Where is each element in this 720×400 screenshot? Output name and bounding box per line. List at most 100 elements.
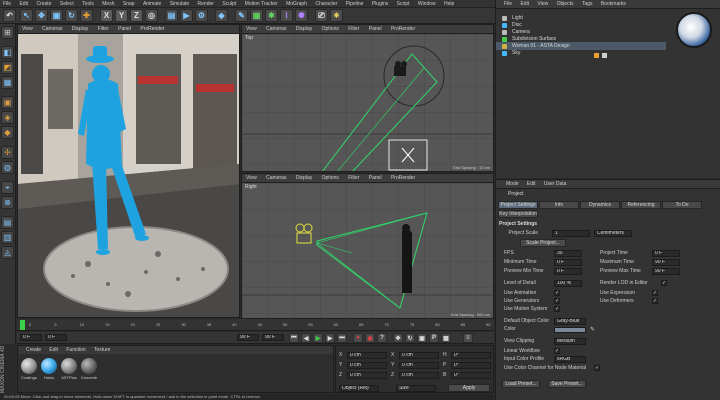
goto-start-icon[interactable]: ⏮ (289, 333, 299, 343)
pla-key-icon[interactable]: ▦ (441, 333, 451, 343)
coord-value-field[interactable]: 0 cm (399, 352, 439, 359)
bend-button[interactable]: ⌇ (280, 9, 293, 22)
tab-info[interactable]: Info (539, 201, 579, 209)
array-button[interactable]: ✱ (265, 9, 278, 22)
coord-value-field[interactable]: 0° (451, 372, 491, 379)
checkbox[interactable]: ✓ (554, 298, 560, 304)
autokey-icon[interactable]: ◉ (365, 333, 375, 343)
menu-simulate[interactable]: Simulate (170, 0, 189, 7)
coord-mode-select[interactable]: Object (Rel) (339, 385, 379, 392)
tab-project-settings[interactable]: Project Settings (498, 201, 538, 209)
menu-motion-tracker[interactable]: Motion Tracker (245, 0, 278, 7)
record-icon[interactable]: ● (353, 333, 363, 343)
attr-value-field[interactable]: 30 (554, 250, 582, 257)
edges-mode-button[interactable]: ◈ (1, 111, 14, 124)
make-editable-button[interactable]: ⊞ (1, 26, 14, 39)
coordinate-system-button[interactable]: ◎ (145, 9, 158, 22)
goto-end-icon[interactable]: ⏭ (337, 333, 347, 343)
perspective-viewport[interactable]: View Cameras Display Filter Panel ProRen… (17, 24, 240, 318)
lock-button[interactable]: ◬ (1, 246, 14, 259)
menu-file[interactable]: File (3, 0, 11, 7)
menu-tools[interactable]: Tools (82, 0, 94, 7)
end-frame-field[interactable]: 90 F (237, 334, 259, 341)
top-vp-menu-display[interactable]: Display (296, 25, 312, 33)
input-color-select[interactable]: sRGB (554, 356, 586, 363)
polygons-mode-button[interactable]: ◆ (1, 126, 14, 139)
axis-y-button[interactable]: Y (115, 9, 128, 22)
play-icon[interactable]: ▶ (313, 333, 323, 343)
checkbox[interactable]: ✓ (652, 290, 658, 296)
menu-window[interactable]: Window (418, 0, 436, 7)
am-menu-user-data[interactable]: User Data (544, 180, 567, 188)
right-vp-menu-panel[interactable]: Panel (369, 174, 382, 182)
timeline[interactable]: 0 5 10 15 20 25 30 35 40 45 50 55 60 65 70 75 80 85 90 (17, 319, 494, 331)
render-picture-viewer-button[interactable]: ▶ (180, 9, 193, 22)
current-frame-field[interactable]: 0 F (45, 334, 67, 341)
render-settings-button[interactable]: ⚙ (195, 9, 208, 22)
material-swatch[interactable]: Coatings (20, 358, 38, 380)
coord-value-field[interactable]: 0 cm (347, 372, 387, 379)
checkbox[interactable]: ✓ (554, 306, 560, 312)
color-swatch[interactable] (554, 327, 586, 333)
undo-button[interactable]: ↶ (3, 9, 16, 22)
mat-menu-texture[interactable]: Texture (94, 346, 110, 354)
attr-value-field[interactable]: 90 F (652, 268, 680, 275)
project-scale-unit-select[interactable]: Centimeters (594, 230, 632, 237)
scene-button[interactable]: ✺ (295, 9, 308, 22)
timeline-menu-icon[interactable]: ≡ (463, 333, 473, 343)
scale-key-icon[interactable]: ▣ (417, 333, 427, 343)
grid-button[interactable]: ▥ (1, 231, 14, 244)
om-menu-edit[interactable]: Edit (520, 0, 529, 8)
top-vp-menu-panel[interactable]: Panel (369, 25, 382, 33)
mat-menu-create[interactable]: Create (26, 346, 41, 354)
coord-value-field[interactable]: 0 cm (347, 352, 387, 359)
attr-value-field[interactable]: 0 F (554, 259, 582, 266)
right-viewport[interactable]: View Cameras Display Options Filter Pane… (241, 173, 494, 319)
vp-menu-prorender[interactable]: ProRender (140, 25, 164, 33)
om-menu-bookmarks[interactable]: Bookmarks (601, 0, 626, 8)
checkbox[interactable]: ✓ (554, 290, 560, 296)
scale-project-button[interactable]: Scale Project... (520, 239, 566, 247)
right-vp-menu-display[interactable]: Display (296, 174, 312, 182)
light-button[interactable]: ✷ (330, 9, 343, 22)
eyedropper-icon[interactable]: ✎ (590, 326, 595, 333)
linear-workflow-checkbox[interactable]: ✓ (554, 348, 560, 354)
attr-value-field[interactable]: 0 F (554, 268, 582, 275)
workplane-lock-button[interactable]: ▤ (1, 216, 14, 229)
coord-size-select[interactable]: Size (396, 385, 436, 392)
menu-character[interactable]: Character (315, 0, 337, 7)
top-vp-menu-filter[interactable]: Filter (348, 25, 359, 33)
attr-value-field[interactable]: 0 F (652, 250, 680, 257)
subdivision-button[interactable]: ▦ (250, 9, 263, 22)
coord-value-field[interactable]: 0 cm (399, 372, 439, 379)
axis-mode-button[interactable]: ✢ (1, 146, 14, 159)
coord-value-field[interactable]: 0 cm (399, 362, 439, 369)
recent-tools-button[interactable]: ✚ (80, 9, 93, 22)
vp-menu-filter[interactable]: Filter (98, 25, 109, 33)
scale-button[interactable]: ▣ (50, 9, 63, 22)
project-scale-field[interactable]: 1 (552, 230, 590, 237)
object-row[interactable]: Sky (496, 49, 666, 57)
tab-key-interpolation[interactable]: Key Interpolation (498, 210, 538, 218)
model-mode-button[interactable]: ◧ (1, 46, 14, 59)
menu-mograph[interactable]: MoGraph (286, 0, 307, 7)
material-swatch[interactable]: ASTPlas (60, 358, 78, 380)
top-vp-menu-prorender[interactable]: ProRender (391, 25, 415, 33)
pen-button[interactable]: ✎ (235, 9, 248, 22)
om-menu-view[interactable]: View (537, 0, 548, 8)
quantize-button[interactable]: ⊗ (1, 196, 14, 209)
vp-menu-display[interactable]: Display (72, 25, 88, 33)
points-mode-button[interactable]: ▣ (1, 96, 14, 109)
render-lod-checkbox[interactable]: ✓ (661, 280, 667, 286)
menu-script[interactable]: Script (397, 0, 410, 7)
vp-menu-view[interactable]: View (22, 25, 33, 33)
tab-dynamics[interactable]: Dynamics (580, 201, 620, 209)
cube-button[interactable]: ◆ (215, 9, 228, 22)
start-frame-field[interactable]: 0 F (20, 334, 42, 341)
timeline-current-marker[interactable] (20, 320, 25, 330)
right-vp-menu-options[interactable]: Options (322, 174, 339, 182)
snap-button[interactable]: ⌖ (1, 181, 14, 194)
axis-x-button[interactable]: X (100, 9, 113, 22)
top-vp-menu-view[interactable]: View (246, 25, 257, 33)
rotation-key-icon[interactable]: ↻ (405, 333, 415, 343)
